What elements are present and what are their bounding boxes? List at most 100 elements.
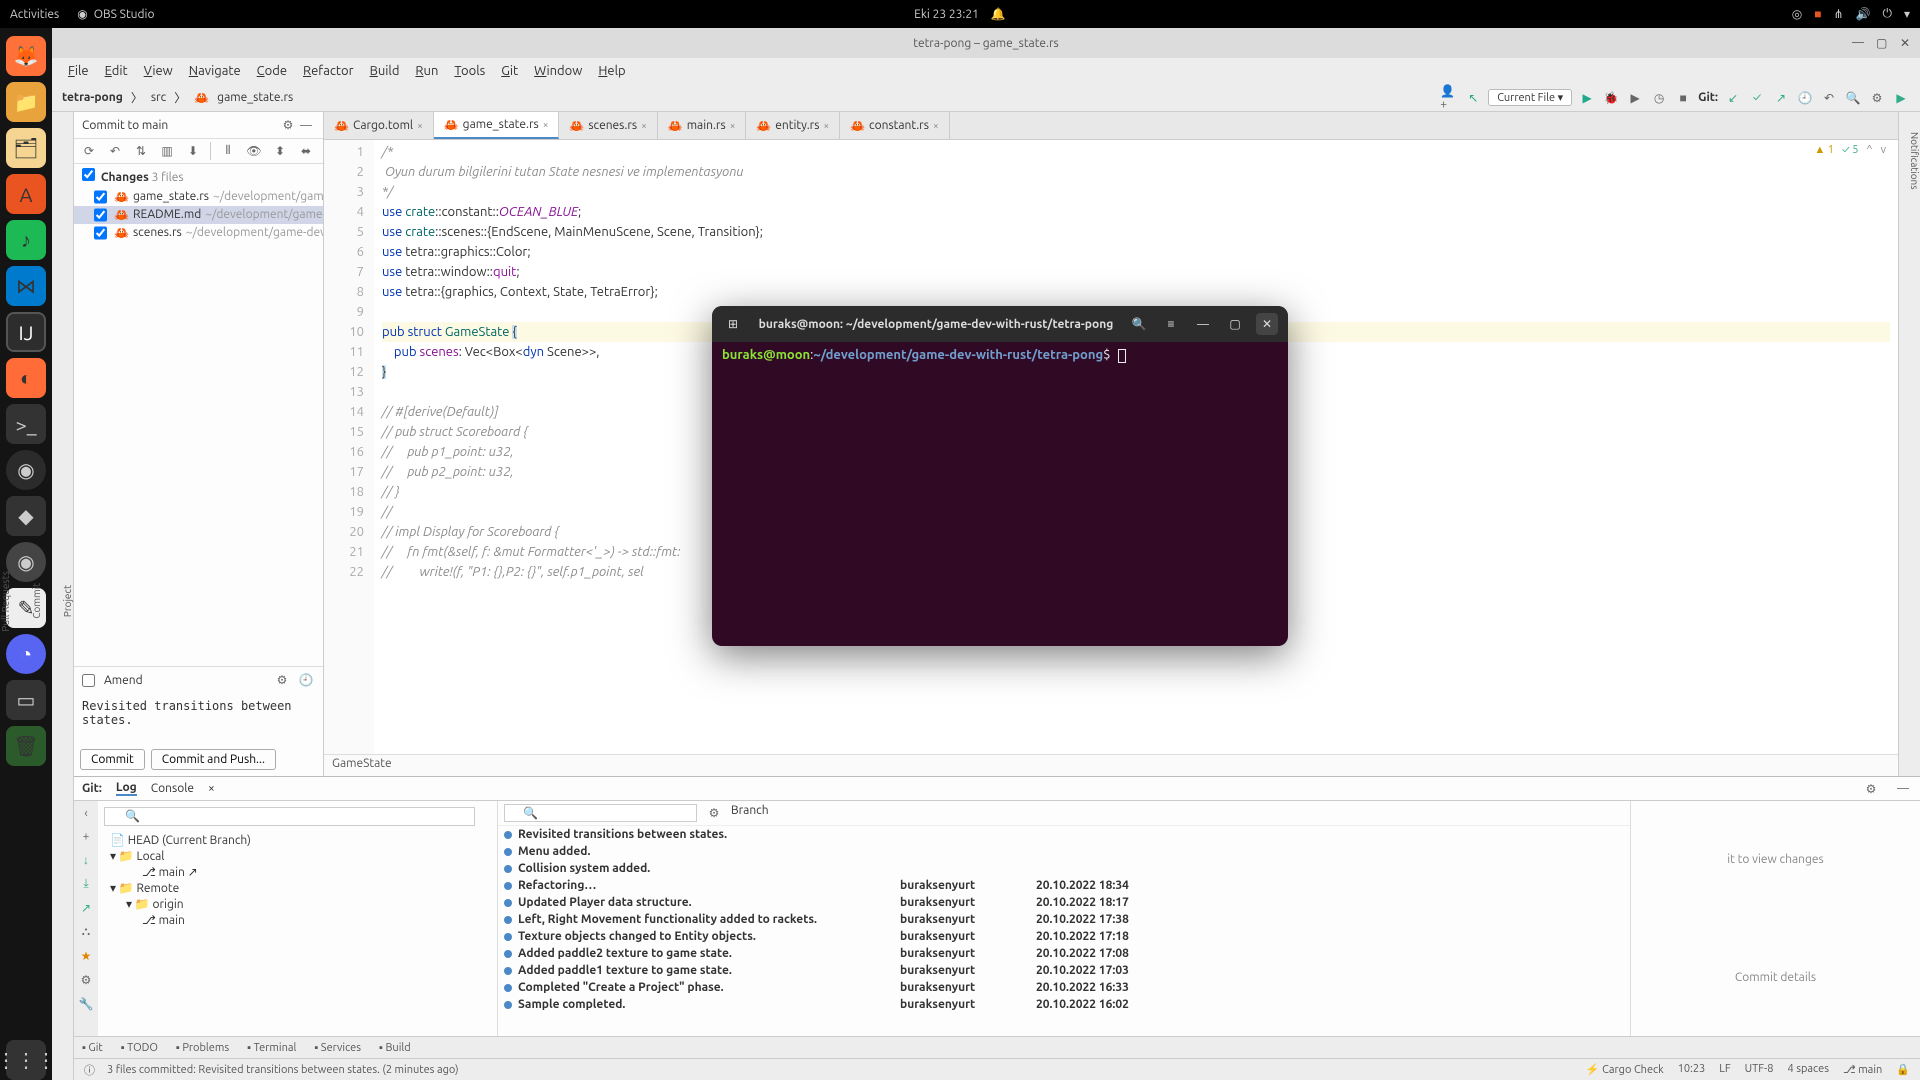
- menu-run[interactable]: Run: [409, 62, 444, 80]
- menu-navigate[interactable]: Navigate: [183, 62, 247, 80]
- shelve-icon[interactable]: ⬇: [184, 142, 202, 160]
- amend-gear-icon[interactable]: ⚙: [273, 671, 291, 689]
- terminal-maximize-icon[interactable]: ▢: [1224, 313, 1246, 335]
- branch-search-input[interactable]: [104, 807, 475, 826]
- close-tab-icon[interactable]: ×: [417, 120, 423, 131]
- dock-vscode-icon[interactable]: ⋈: [6, 266, 46, 306]
- local-main-node[interactable]: ⎇ main ↗: [110, 864, 485, 880]
- vcs-push-icon[interactable]: ↗: [1772, 89, 1790, 107]
- dock-firefox-icon[interactable]: 🦊: [6, 36, 46, 76]
- run-coverage-icon[interactable]: ▶: [1626, 89, 1644, 107]
- terminal-search-icon[interactable]: 🔍: [1128, 313, 1150, 335]
- git-panel-settings-icon[interactable]: ⚙: [1862, 780, 1880, 798]
- editor-tab[interactable]: 🦀 scenes.rs ×: [559, 112, 657, 139]
- file-crumb[interactable]: game_state.rs: [217, 91, 293, 104]
- close-window-button[interactable]: ✕: [1900, 36, 1914, 50]
- volume-icon[interactable]: 🔊: [1856, 7, 1871, 21]
- commit-list-row[interactable]: Sample completed.buraksenyurt20.10.2022 …: [498, 996, 1630, 1013]
- menu-window[interactable]: Window: [528, 62, 588, 80]
- editor-tab[interactable]: 🦀 main.rs ×: [658, 112, 747, 139]
- change-file-item[interactable]: 🦀 scenes.rs ~/development/game-dev-with-…: [74, 224, 323, 242]
- debug-button-icon[interactable]: 🐞: [1602, 89, 1620, 107]
- git-filter-icon[interactable]: ⛬: [82, 925, 90, 939]
- commit-hide-icon[interactable]: —: [297, 116, 315, 134]
- bottom-tab-build[interactable]: ▪ Build: [379, 1042, 411, 1054]
- terminal-new-tab-icon[interactable]: ⊞: [722, 313, 744, 335]
- search-everywhere-icon[interactable]: 🔍: [1844, 89, 1862, 107]
- origin-main-node[interactable]: ⎇ main: [110, 912, 485, 928]
- bottom-tab-services[interactable]: ▪ Services: [314, 1042, 361, 1054]
- dock-trash-icon[interactable]: 🗑: [6, 726, 46, 766]
- rollback-icon[interactable]: ↶: [106, 142, 124, 160]
- terminal-menu-icon[interactable]: ≡: [1160, 313, 1182, 335]
- dock-spotify-icon[interactable]: ♪: [6, 220, 46, 260]
- git-new-branch-icon[interactable]: +: [83, 830, 90, 843]
- menu-file[interactable]: File: [62, 62, 95, 80]
- power-icon[interactable]: ⏻: [1882, 7, 1892, 21]
- status-encoding[interactable]: UTF-8: [1745, 1063, 1774, 1076]
- close-tab-icon[interactable]: ×: [823, 120, 829, 131]
- git-log-tab[interactable]: Log: [116, 781, 137, 796]
- dock-postman-icon[interactable]: ◐: [6, 358, 46, 398]
- commit-list-row[interactable]: Added paddle1 texture to game state.bura…: [498, 962, 1630, 979]
- commit-list-row[interactable]: Collision system added.: [498, 860, 1630, 877]
- change-file-item[interactable]: 🦀 game_state.rs ~/development/game-dev-w: [74, 188, 323, 206]
- commit-message-input[interactable]: Revisited transitions between states.: [74, 693, 323, 743]
- status-indent[interactable]: 4 spaces: [1787, 1063, 1829, 1076]
- git-settings-icon[interactable]: ⚙: [81, 973, 92, 987]
- vcs-rollback-icon[interactable]: ↶: [1820, 89, 1838, 107]
- dock-files-icon[interactable]: 📁: [6, 82, 46, 122]
- inspection-up-icon[interactable]: ^: [1866, 144, 1872, 156]
- build-hammer-icon[interactable]: ↖: [1464, 89, 1482, 107]
- dock-intellij-icon[interactable]: IJ: [6, 312, 46, 352]
- minimize-button[interactable]: —: [1852, 36, 1866, 50]
- status-line-sep[interactable]: LF: [1719, 1063, 1730, 1076]
- expand-icon[interactable]: ⬍: [271, 142, 289, 160]
- clock[interactable]: Eki 23 23:21: [914, 8, 979, 21]
- status-info-icon[interactable]: ⓘ: [84, 1062, 95, 1078]
- user-add-icon[interactable]: 👤+: [1440, 89, 1458, 107]
- status-caret-pos[interactable]: 10:23: [1678, 1063, 1706, 1076]
- status-cargo-check[interactable]: ⚡ Cargo Check: [1586, 1063, 1664, 1076]
- vcs-commit-icon[interactable]: ✓: [1748, 89, 1766, 107]
- menu-code[interactable]: Code: [251, 62, 293, 80]
- dock-terminal-icon[interactable]: >_: [6, 404, 46, 444]
- terminal-close-icon[interactable]: ✕: [1256, 313, 1278, 335]
- notification-bell-icon[interactable]: 🔔: [991, 7, 1006, 21]
- stop-button-icon[interactable]: ■: [1674, 89, 1692, 107]
- close-tab-icon[interactable]: ×: [543, 119, 549, 130]
- network-icon[interactable]: ⋔: [1833, 7, 1843, 21]
- git-favorite-icon[interactable]: ★: [81, 949, 92, 963]
- menu-build[interactable]: Build: [364, 62, 406, 80]
- settings-gear-icon[interactable]: ⚙: [1868, 89, 1886, 107]
- menu-git[interactable]: Git: [495, 62, 524, 80]
- amend-history-icon[interactable]: 🕘: [297, 671, 315, 689]
- vcs-history-icon[interactable]: 🕘: [1796, 89, 1814, 107]
- terminal-minimize-icon[interactable]: —: [1192, 313, 1214, 335]
- close-tab-icon[interactable]: ×: [730, 120, 736, 131]
- dock-discord-icon[interactable]: ◔: [6, 634, 46, 674]
- remote-node[interactable]: ▾ 📁 Remote: [110, 880, 485, 896]
- commit-list-row[interactable]: Left, Right Movement functionality added…: [498, 911, 1630, 928]
- terminal-window[interactable]: ⊞ buraks@moon: ~/development/game-dev-wi…: [712, 306, 1288, 646]
- bottom-tab-git[interactable]: ▪ Git: [82, 1042, 103, 1054]
- group-icon[interactable]: ⫴: [219, 142, 237, 160]
- dock-software-icon[interactable]: A: [6, 174, 46, 214]
- git-fetch-icon[interactable]: ⤓: [83, 877, 88, 891]
- pull-requests-tool-tab[interactable]: Pull Requests: [0, 571, 11, 632]
- amend-checkbox[interactable]: [82, 674, 95, 687]
- commit-search-input[interactable]: [504, 804, 697, 822]
- terminal-header[interactable]: ⊞ buraks@moon: ~/development/game-dev-wi…: [712, 306, 1288, 342]
- changes-checkbox[interactable]: [82, 168, 95, 181]
- status-lock-icon[interactable]: 🔒: [1896, 1063, 1910, 1076]
- menu-edit[interactable]: Edit: [99, 62, 134, 80]
- dock-obs-icon[interactable]: ◉: [6, 450, 46, 490]
- bottom-tab-terminal[interactable]: ▪ Terminal: [247, 1042, 296, 1054]
- project-crumb[interactable]: tetra-pong: [62, 91, 123, 104]
- editor-tab[interactable]: 🦀 constant.rs ×: [840, 112, 950, 139]
- collapse-icon[interactable]: ⬌: [297, 142, 315, 160]
- dock-steam-icon[interactable]: ◉: [6, 542, 46, 582]
- commit-tool-tab[interactable]: Commit: [31, 583, 42, 619]
- editor-breadcrumb[interactable]: GameState: [324, 754, 1898, 776]
- close-tab-icon[interactable]: ×: [933, 120, 939, 131]
